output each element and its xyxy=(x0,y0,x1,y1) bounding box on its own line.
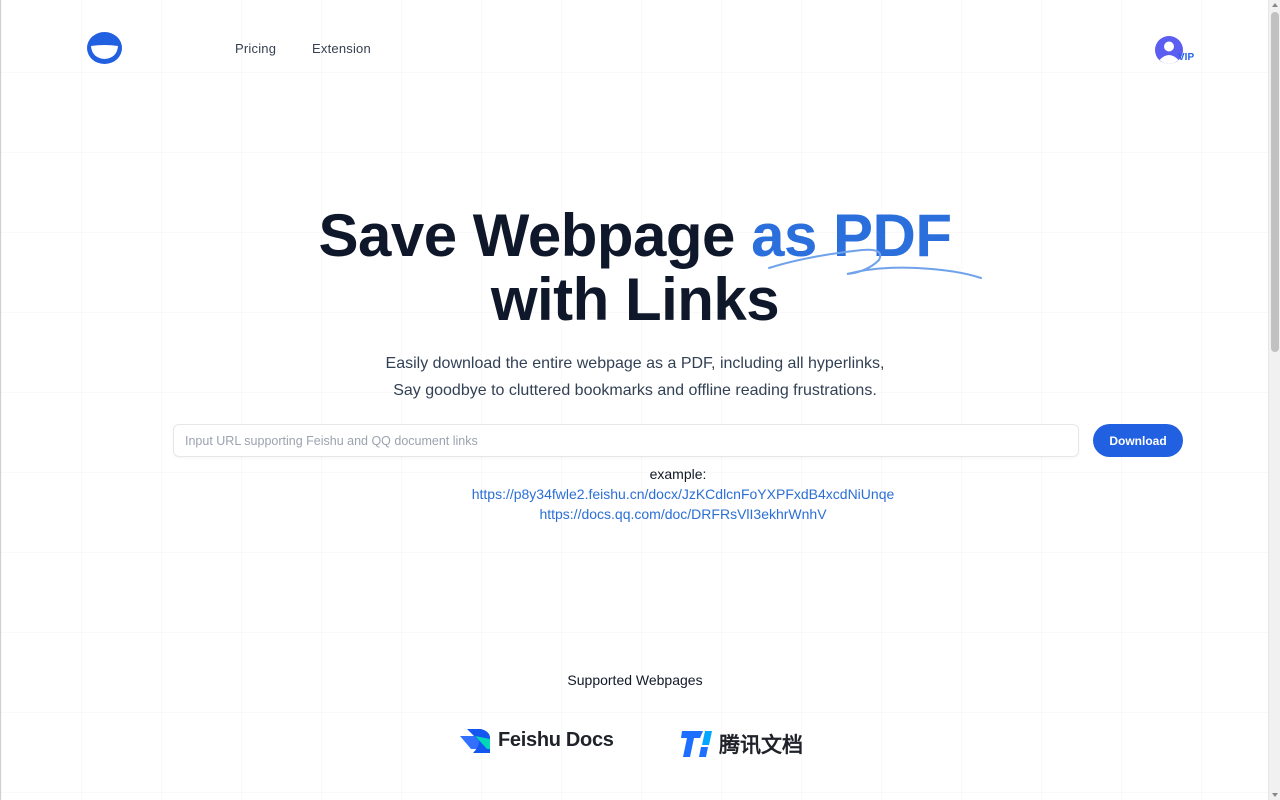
url-input[interactable] xyxy=(173,424,1079,457)
download-button[interactable]: Download xyxy=(1093,424,1183,457)
vip-badge[interactable]: VIP xyxy=(1178,52,1194,63)
scroll-down-icon[interactable] xyxy=(1272,793,1278,797)
example-link-feishu[interactable]: https://p8y34fwle2.feishu.cn/docx/JzKCdl… xyxy=(1,486,1280,502)
scroll-up-icon[interactable] xyxy=(1272,3,1278,7)
site-header: Pricing Extension VIP xyxy=(1,0,1269,96)
hero-subtitle-line2: Say goodbye to cluttered bookmarks and o… xyxy=(393,382,877,399)
feishu-docs-logo: Feishu Docs xyxy=(459,727,629,757)
supported-webpages-heading: Supported Webpages xyxy=(567,672,703,688)
example-label: example: xyxy=(649,466,707,482)
hero-subtitle-line1: Easily download the entire webpage as a … xyxy=(385,355,885,372)
example-link-qq[interactable]: https://docs.qq.com/doc/DRFRsVlI3ekhrWnh… xyxy=(1,506,1280,522)
tencent-docs-logo: 腾讯文档 xyxy=(681,727,821,759)
tencent-docs-icon xyxy=(681,731,712,757)
hero-title: Save Webpage as PDF with Links xyxy=(1,204,1269,332)
page-scrollbar[interactable] xyxy=(1268,0,1280,800)
underline-swoosh-decoration xyxy=(768,248,982,279)
smile-logo-icon[interactable] xyxy=(86,31,123,65)
scrollbar-thumb[interactable] xyxy=(1271,12,1279,352)
tencent-docs-name: 腾讯文档 xyxy=(719,733,803,757)
hero-title-line2: with Links xyxy=(490,266,780,333)
feishu-docs-icon xyxy=(460,729,490,753)
feishu-docs-name: Feishu Docs xyxy=(498,729,614,751)
hero-title-part1: Save Webpage xyxy=(318,202,752,269)
nav-pricing-link[interactable]: Pricing xyxy=(235,41,276,56)
nav-extension-link[interactable]: Extension xyxy=(312,41,371,56)
